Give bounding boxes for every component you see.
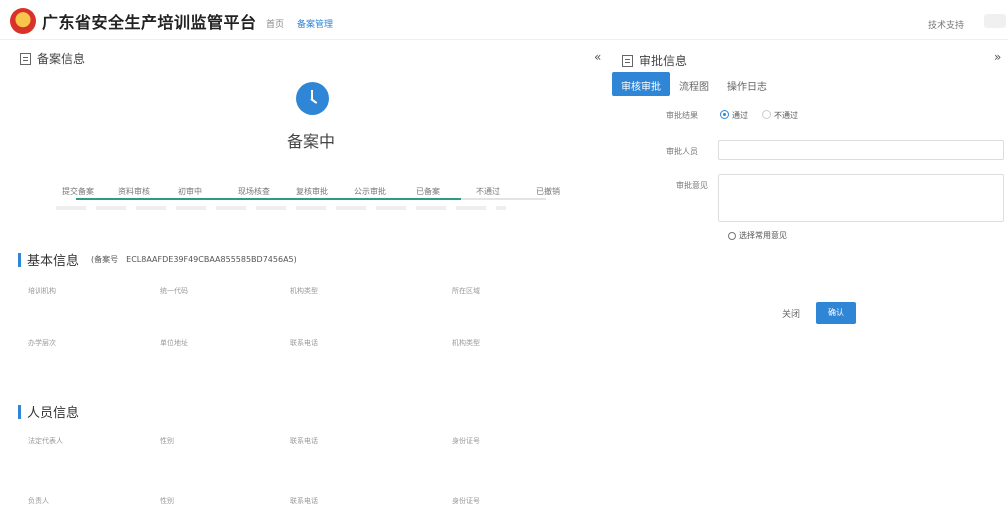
approval-info-header: 审批信息 [622, 52, 687, 69]
record-info-title: 备案信息 [37, 52, 86, 66]
field-label: 法定代表人 [28, 437, 63, 445]
document-icon [622, 54, 633, 67]
approval-panel: « 审批信息 » 审核审批 流程图 操作日志 审批结果 通过 不通过 审批人员 … [590, 40, 1008, 532]
field-label: 机构类型 [290, 287, 318, 295]
nav-record-management-link[interactable]: 备案管理 [297, 17, 333, 30]
add-circle-icon [728, 231, 736, 240]
field-label: 办学层次 [28, 339, 56, 347]
field-label: 身份证号 [452, 437, 480, 445]
basic-info-title: 基本信息 [27, 254, 80, 269]
result-label: 审批结果 [666, 111, 698, 120]
progress-fill [76, 198, 462, 200]
step-sublines [56, 206, 506, 210]
progress-track [76, 198, 546, 200]
field-label: 培训机构 [28, 287, 56, 295]
section-accent-bar [18, 404, 21, 419]
select-common-opinion-text: 选择常用意见 [739, 231, 787, 240]
nav-home-link[interactable]: 首页 [266, 17, 284, 30]
opinion-textarea[interactable] [718, 174, 1004, 222]
tech-support-link[interactable]: 技术支持 [928, 18, 964, 31]
record-info-header: 备案信息 [20, 50, 85, 67]
app-title: 广东省安全生产培训监管平台 [42, 13, 257, 32]
emblem-logo [10, 8, 36, 34]
tab-review-approval[interactable]: 审核审批 [612, 72, 670, 96]
step-label: 提交备案 [62, 187, 94, 196]
clock-icon [296, 82, 329, 115]
field-label: 联系电话 [290, 437, 318, 445]
personnel-info-title: 人员信息 [27, 406, 80, 421]
field-label: 所在区域 [452, 287, 480, 295]
record-info-panel: 备案信息 备案中 提交备案 资料审核 初审中 现场核查 复核审批 公示审批 已备… [0, 40, 580, 532]
step-label: 现场核查 [238, 187, 270, 196]
user-avatar[interactable] [984, 14, 1006, 28]
field-label: 统一代码 [160, 287, 188, 295]
tab-flowchart[interactable]: 流程图 [670, 72, 718, 96]
confirm-button[interactable]: 确认 [816, 302, 856, 324]
section-accent-bar [18, 252, 21, 267]
collapse-right-icon[interactable]: » [994, 50, 1001, 64]
field-label: 身份证号 [452, 497, 480, 505]
document-icon [20, 52, 31, 65]
step-label: 公示审批 [354, 187, 386, 196]
step-label: 已备案 [416, 187, 440, 196]
step-label: 不通过 [476, 187, 500, 196]
fail-radio[interactable] [762, 110, 771, 119]
approval-info-title: 审批信息 [639, 54, 688, 68]
record-number-label: (备案号 [91, 255, 119, 264]
opinion-label: 审批意见 [676, 181, 708, 190]
approver-input[interactable] [718, 140, 1004, 160]
collapse-left-icon[interactable]: « [594, 50, 601, 64]
field-label: 联系电话 [290, 497, 318, 505]
step-label: 已撤销 [536, 187, 560, 196]
approver-label: 审批人员 [666, 147, 698, 156]
record-status-text: 备案中 [287, 132, 336, 151]
step-label: 资料审核 [118, 187, 150, 196]
fail-label: 不通过 [774, 111, 798, 120]
record-number: ECL8AAFDE39F49CBAA855585BD7456A5) [126, 255, 297, 264]
basic-info-header: 基本信息 (备案号 ECL8AAFDE39F49CBAA855585BD7456… [18, 250, 297, 269]
pass-label: 通过 [732, 111, 748, 120]
personnel-info-header: 人员信息 [18, 402, 79, 421]
approval-tabs: 审核审批 流程图 操作日志 [612, 72, 776, 96]
field-label: 性别 [160, 497, 174, 505]
close-button[interactable]: 关闭 [782, 307, 800, 320]
field-label: 联系电话 [290, 339, 318, 347]
tab-operation-log[interactable]: 操作日志 [718, 72, 776, 96]
field-label: 机构类型 [452, 339, 480, 347]
progress-steps: 提交备案 资料审核 初审中 现场核查 复核审批 公示审批 已备案 不通过 已撤销 [56, 186, 576, 216]
pass-radio[interactable] [720, 110, 729, 119]
field-label: 负责人 [28, 497, 49, 505]
step-label: 复核审批 [296, 187, 328, 196]
field-label: 单位地址 [160, 339, 188, 347]
select-common-opinion-link[interactable]: 选择常用意见 [728, 230, 787, 241]
top-header: 广东省安全生产培训监管平台 首页 备案管理 技术支持 [0, 0, 1008, 40]
step-label: 初审中 [178, 187, 202, 196]
field-label: 性别 [160, 437, 174, 445]
